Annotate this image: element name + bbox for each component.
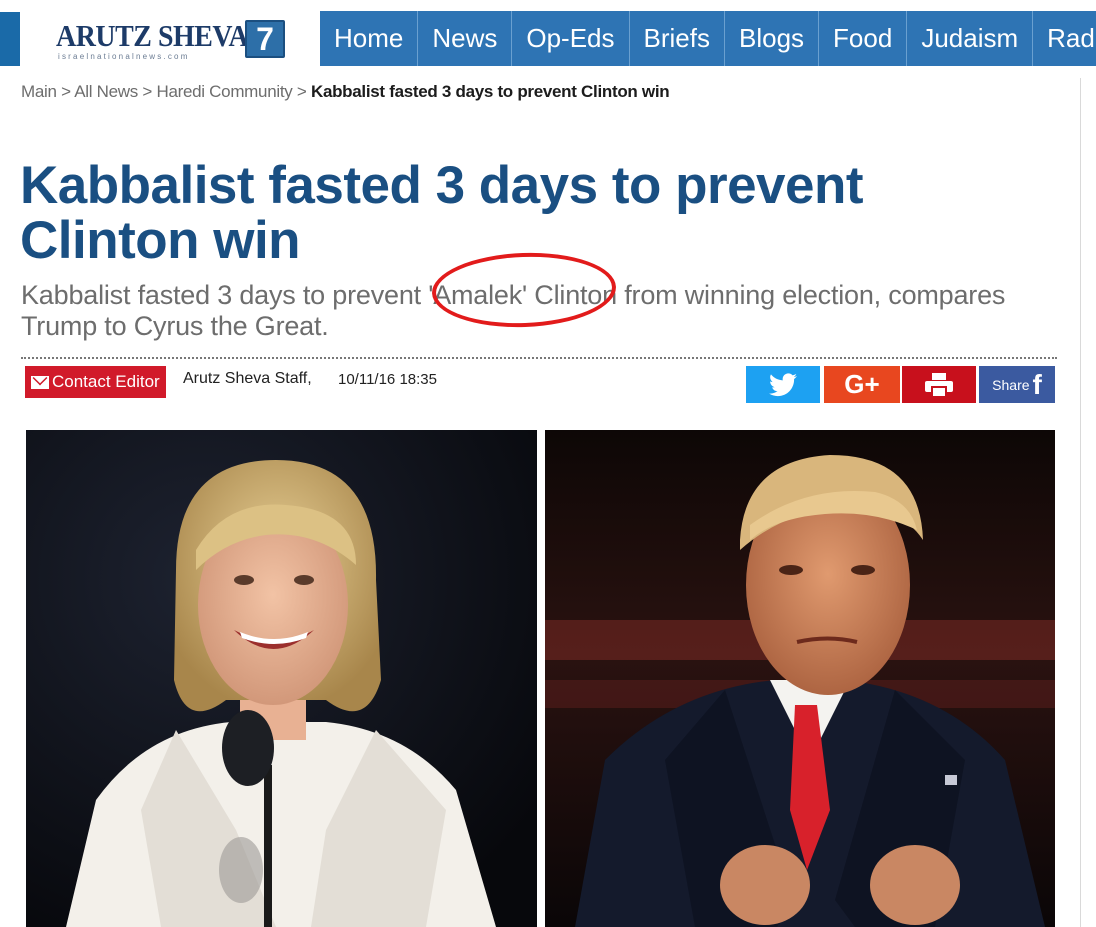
breadcrumb-separator: > (61, 82, 71, 101)
nav-food[interactable]: Food (819, 11, 908, 66)
breadcrumb-separator: > (142, 82, 153, 101)
article-photo-left (26, 430, 537, 927)
nav-radio[interactable]: Radio (1033, 11, 1096, 66)
twitter-share-button[interactable] (746, 366, 820, 403)
twitter-icon (769, 372, 797, 396)
google-plus-label: G+ (844, 369, 880, 399)
main-nav: Home News Op-Eds Briefs Blogs Food Judai… (320, 11, 1096, 66)
nav-blogs[interactable]: Blogs (725, 11, 820, 66)
site-logo[interactable]: ARUTZ SHEVA 7 israelnationalnews.com (56, 18, 292, 66)
contact-editor-button[interactable]: Contact Editor (25, 366, 166, 398)
breadcrumb-current: Kabbalist fasted 3 days to prevent Clint… (310, 82, 670, 101)
nav-op-eds[interactable]: Op-Eds (512, 11, 630, 66)
facebook-icon: f (1032, 368, 1042, 400)
google-plus-share-button[interactable]: G+ (824, 366, 900, 403)
logo-badge: 7 (245, 20, 285, 58)
logo-subtitle: israelnationalnews.com (58, 52, 190, 61)
breadcrumb-haredi-community[interactable]: Haredi Community (156, 82, 292, 101)
logo-wordmark: ARUTZ SHEVA (56, 18, 249, 53)
contact-editor-label: Contact Editor (52, 372, 160, 391)
byline-divider (21, 357, 1057, 359)
nav-home[interactable]: Home (320, 11, 419, 66)
nav-news[interactable]: News (418, 11, 513, 66)
breadcrumb-all-news[interactable]: All News (74, 82, 138, 101)
nav-judaism[interactable]: Judaism (907, 11, 1034, 66)
print-icon (925, 372, 953, 398)
breadcrumb: Main > All News > Haredi Community > Kab… (21, 82, 670, 102)
breadcrumb-main[interactable]: Main (21, 82, 57, 101)
facebook-share-button[interactable]: Share f (979, 366, 1055, 403)
article-photo-right (545, 430, 1055, 927)
author-name[interactable]: Arutz Sheva Staff, (183, 370, 312, 388)
publish-date: 10/11/16 18:35 (338, 371, 437, 388)
print-button[interactable] (902, 366, 976, 403)
facebook-share-label: Share (992, 376, 1030, 393)
mail-icon (31, 375, 49, 389)
header-accent-strip (0, 12, 20, 66)
breadcrumb-separator: > (296, 82, 307, 101)
sidebar-divider (1080, 78, 1081, 927)
article-title: Kabbalist fasted 3 days to prevent Clint… (20, 156, 864, 270)
nav-briefs[interactable]: Briefs (630, 11, 725, 66)
